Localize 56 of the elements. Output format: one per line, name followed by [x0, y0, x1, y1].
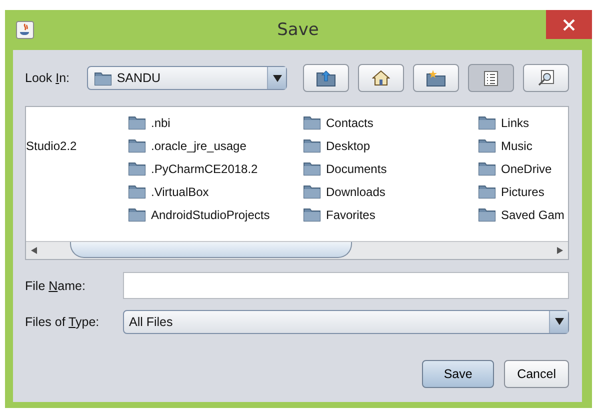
folder-name[interactable]: Documents — [326, 162, 387, 176]
look-in-label: Look In: — [25, 71, 71, 85]
view-toggle-button[interactable] — [523, 64, 569, 92]
folder-icon — [128, 184, 146, 199]
folder-name[interactable]: Contacts — [326, 116, 374, 130]
folder-name[interactable]: Favorites — [326, 208, 376, 222]
close-button[interactable] — [546, 10, 592, 39]
folder-icon — [478, 161, 496, 176]
folder-name[interactable]: Pictures — [501, 184, 544, 198]
toolbar-button[interactable] — [413, 64, 459, 92]
folder-name[interactable]: .oracle_jre_usage — [151, 138, 246, 152]
save-button[interactable]: Save — [422, 360, 494, 388]
folder-name[interactable]: Saved Gam — [501, 208, 564, 222]
folder-icon — [478, 207, 496, 222]
window-title: Save — [277, 20, 320, 40]
file-name-field[interactable] — [123, 272, 569, 299]
folder-name[interactable]: Downloads — [326, 184, 386, 198]
folder-name[interactable]: .VirtualBox — [151, 184, 209, 198]
folder-name[interactable]: Links — [501, 116, 530, 130]
new-folder-icon — [426, 69, 446, 87]
file-name-label: File Name: — [25, 278, 86, 292]
folder-icon — [478, 184, 496, 199]
details-view-icon — [538, 70, 554, 86]
list-view-icon — [484, 70, 498, 86]
folder-icon — [303, 161, 321, 176]
file-type-dropdown[interactable]: All Files — [123, 310, 569, 334]
horizontal-scrollbar[interactable] — [26, 241, 568, 259]
folder-icon — [128, 138, 146, 153]
folder-icon — [303, 184, 321, 199]
folder-icon — [478, 138, 496, 153]
folder-name[interactable]: Music — [501, 138, 532, 152]
home-icon — [372, 70, 390, 86]
folder-name[interactable]: OneDrive — [501, 162, 552, 176]
folder-name[interactable]: .PyCharmCE2018.2 — [151, 162, 258, 176]
folder-icon — [478, 115, 496, 130]
up-folder-icon — [316, 69, 336, 87]
folder-icon — [128, 207, 146, 222]
cancel-button[interactable]: Cancel — [504, 360, 569, 388]
folder-icon — [303, 115, 321, 130]
folder-icon — [128, 115, 146, 130]
folder-icon — [303, 138, 321, 153]
scrollbar-thumb[interactable] — [70, 242, 352, 258]
folder-icon — [128, 161, 146, 176]
folder-name[interactable]: Desktop — [326, 138, 370, 152]
toolbar-button[interactable] — [358, 64, 404, 92]
folder-icon — [303, 207, 321, 222]
toolbar-button[interactable] — [303, 64, 349, 92]
app-icon — [16, 21, 34, 39]
view-toggle-button[interactable] — [468, 64, 514, 92]
file-name[interactable]: Studio2.2 — [26, 138, 77, 152]
folder-icon — [94, 70, 112, 86]
close-icon — [563, 18, 575, 30]
look-in-dropdown[interactable]: SANDU — [86, 66, 287, 90]
folder-name[interactable]: .nbi — [151, 116, 170, 130]
file-type-label: Files of Type: — [25, 314, 100, 328]
folder-name[interactable]: AndroidStudioProjects — [151, 208, 270, 222]
